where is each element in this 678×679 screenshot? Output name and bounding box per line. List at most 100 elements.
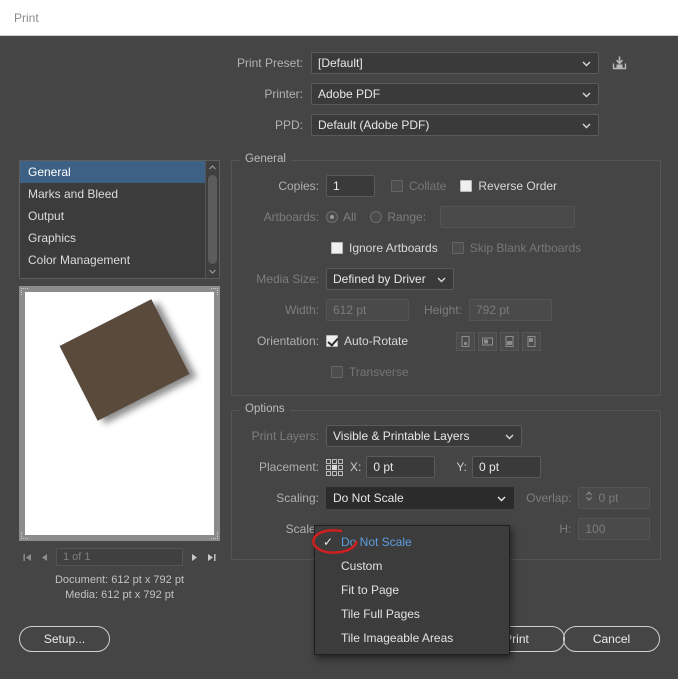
placement-y-label: Y: bbox=[456, 460, 468, 474]
printer-value: Adobe PDF bbox=[318, 87, 381, 101]
scaling-value: Do Not Scale bbox=[333, 491, 404, 505]
orientation-reverse-portrait-icon[interactable] bbox=[500, 331, 520, 351]
print-preset-row: Print Preset: [Default] bbox=[0, 52, 678, 74]
overlap-input: 0 pt bbox=[578, 487, 650, 509]
menu-item-custom[interactable]: Custom bbox=[315, 554, 509, 578]
radio-circle bbox=[326, 211, 338, 223]
sidebar-item-color-management[interactable]: Color Management bbox=[20, 249, 205, 271]
print-layers-row: Print Layers: Visible & Printable Layers bbox=[242, 425, 650, 447]
sidebar-item-general[interactable]: General bbox=[20, 161, 205, 183]
orientation-label: Orientation: bbox=[256, 334, 319, 348]
print-preset-dropdown[interactable]: [Default] bbox=[311, 52, 599, 74]
category-list-scrollbar[interactable] bbox=[205, 161, 219, 278]
sidebar-item-label: Output bbox=[28, 209, 65, 223]
save-preset-icon[interactable] bbox=[608, 52, 630, 74]
chevron-down-icon bbox=[581, 58, 592, 69]
printer-dropdown[interactable]: Adobe PDF bbox=[311, 83, 599, 105]
media-size-row: Media Size: Defined by Driver bbox=[242, 268, 650, 290]
placement-x-label: X: bbox=[350, 460, 362, 474]
menu-item-do-not-scale[interactable]: ✓ Do Not Scale bbox=[312, 529, 509, 554]
page-number-field[interactable]: 1 of 1 bbox=[56, 548, 183, 566]
print-layers-value: Visible & Printable Layers bbox=[333, 429, 470, 443]
scrollbar-thumb[interactable] bbox=[208, 175, 217, 264]
orientation-reverse-landscape-icon[interactable] bbox=[522, 331, 542, 351]
proxy-cell bbox=[332, 458, 337, 464]
menu-item-fit-to-page[interactable]: Fit to Page bbox=[315, 578, 509, 602]
ppd-row: PPD: Default (Adobe PDF) bbox=[0, 114, 678, 136]
ignore-artboards-checkbox[interactable]: Ignore Artboards bbox=[331, 241, 438, 255]
media-size-value: Defined by Driver bbox=[333, 272, 426, 286]
width-label: Width: bbox=[284, 303, 319, 317]
preview-corner-icon bbox=[21, 288, 28, 295]
proxy-cell bbox=[338, 470, 343, 476]
checkmark-icon: ✓ bbox=[323, 535, 334, 549]
options-section-title: Options bbox=[240, 403, 290, 415]
menu-item-tile-full-pages[interactable]: Tile Full Pages bbox=[315, 602, 509, 626]
general-section-title: General bbox=[240, 153, 291, 165]
document-size-text: Document: 612 pt x 792 pt bbox=[54, 574, 185, 586]
placement-proxy-icon[interactable] bbox=[326, 458, 343, 476]
print-preset-label: Print Preset: bbox=[236, 56, 303, 70]
skip-blank-artboards-label: Skip Blank Artboards bbox=[469, 241, 582, 255]
sidebar-item-output[interactable]: Output bbox=[20, 205, 205, 227]
print-preview[interactable] bbox=[19, 286, 220, 541]
checkbox-box bbox=[460, 180, 473, 192]
chevron-down-icon bbox=[504, 431, 515, 442]
artboards-range-label: Range: bbox=[387, 210, 427, 224]
proxy-cell bbox=[338, 458, 343, 464]
window-title-bar: Print bbox=[0, 0, 678, 36]
artboards-range-input bbox=[440, 206, 576, 228]
reverse-order-checkbox[interactable]: Reverse Order bbox=[460, 179, 557, 193]
proxy-cell-center bbox=[332, 464, 337, 470]
stepper-icon bbox=[585, 488, 593, 508]
scale-h-label: H: bbox=[559, 522, 572, 536]
ppd-label: PPD: bbox=[274, 118, 303, 132]
previous-page-icon[interactable] bbox=[36, 548, 53, 566]
print-preset-value: [Default] bbox=[318, 56, 363, 70]
checkbox-box bbox=[326, 335, 338, 347]
collate-checkbox: Collate bbox=[391, 179, 446, 193]
copies-input[interactable]: 1 bbox=[326, 175, 375, 197]
next-page-icon[interactable] bbox=[186, 548, 203, 566]
scaling-dropdown-menu[interactable]: ✓ Do Not Scale Custom Fit to Page Tile F… bbox=[312, 525, 510, 655]
document-media-info: Document: 612 pt x 792 pt Media: 612 pt … bbox=[19, 573, 220, 603]
sidebar-item-marks-and-bleed[interactable]: Marks and Bleed bbox=[20, 183, 205, 205]
settings-category-items: General Marks and Bleed Output Graphics … bbox=[20, 161, 205, 278]
scaling-dropdown[interactable]: Do Not Scale bbox=[326, 487, 515, 509]
radio-circle bbox=[370, 211, 383, 223]
proxy-cell bbox=[326, 458, 331, 464]
ppd-dropdown[interactable]: Default (Adobe PDF) bbox=[311, 114, 599, 136]
scaling-row: Scaling: Do Not Scale Overlap: 0 pt bbox=[242, 487, 650, 509]
scroll-up-icon[interactable] bbox=[208, 161, 217, 174]
menu-item-tile-imageable-areas[interactable]: Tile Imageable Areas bbox=[315, 626, 509, 650]
media-size-label: Media Size: bbox=[256, 272, 319, 286]
cancel-button[interactable]: Cancel bbox=[563, 626, 660, 652]
chevron-down-icon bbox=[496, 493, 507, 504]
preview-corner-icon bbox=[21, 532, 28, 539]
sidebar-item-graphics[interactable]: Graphics bbox=[20, 227, 205, 249]
placement-x-input[interactable]: 0 pt bbox=[366, 456, 436, 478]
left-column: General Marks and Bleed Output Graphics … bbox=[19, 160, 220, 603]
print-layers-dropdown[interactable]: Visible & Printable Layers bbox=[326, 425, 522, 447]
auto-rotate-label: Auto-Rotate bbox=[344, 334, 409, 348]
last-page-icon[interactable] bbox=[203, 548, 220, 566]
transverse-checkbox: Transverse bbox=[331, 365, 409, 379]
artboards-row: Artboards: All Range: bbox=[242, 206, 650, 228]
options-section: Options Print Layers: Visible & Printabl… bbox=[231, 403, 661, 655]
placement-y-input[interactable]: 0 pt bbox=[472, 456, 542, 478]
overlap-value: 0 pt bbox=[598, 491, 619, 505]
scroll-down-icon[interactable] bbox=[208, 265, 217, 278]
menu-item-label: Do Not Scale bbox=[341, 535, 412, 549]
auto-rotate-checkbox[interactable]: Auto-Rotate bbox=[326, 334, 408, 348]
setup-button[interactable]: Setup... bbox=[19, 626, 110, 652]
artboards-all-radio: All bbox=[326, 210, 356, 224]
media-size-dropdown[interactable]: Defined by Driver bbox=[326, 268, 454, 290]
settings-category-list[interactable]: General Marks and Bleed Output Graphics … bbox=[19, 160, 220, 279]
menu-item-label: Fit to Page bbox=[341, 583, 400, 597]
orientation-landscape-icon[interactable] bbox=[478, 331, 498, 351]
first-page-icon[interactable] bbox=[19, 548, 36, 566]
reverse-order-label: Reverse Order bbox=[478, 179, 558, 193]
orientation-portrait-icon[interactable] bbox=[456, 331, 476, 351]
ignore-artboards-label: Ignore Artboards bbox=[349, 241, 438, 255]
artboards-range-radio: Range: bbox=[370, 210, 426, 224]
